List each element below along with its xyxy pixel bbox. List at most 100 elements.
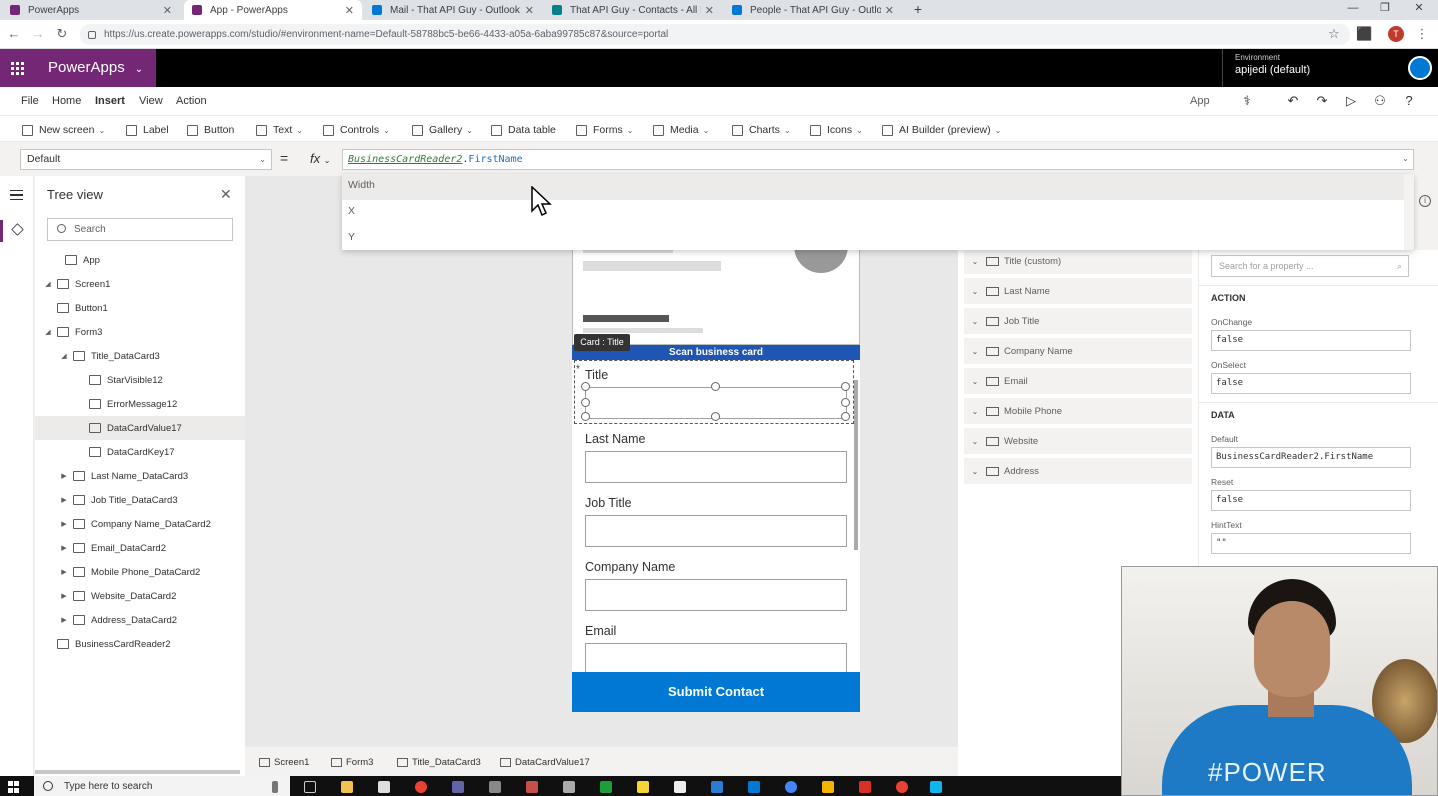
environment-picker[interactable]: Environment apijedi (default) xyxy=(1222,49,1400,87)
breadcrumb-item[interactable]: DataCardValue17 xyxy=(500,757,590,768)
data-field-item[interactable]: ⌄ Mobile Phone xyxy=(964,398,1192,424)
button-button[interactable]: Button xyxy=(187,122,234,138)
taskbar-search-input[interactable]: Type here to search xyxy=(34,776,290,796)
browser-tab[interactable]: PowerApps ✕ xyxy=(2,0,180,20)
user-icon[interactable]: ⚇ xyxy=(1371,92,1389,110)
tree-node[interactable]: ▶ Job Title_DataCard3 xyxy=(35,488,245,512)
controls-button[interactable]: Controls ⌄ xyxy=(323,122,390,138)
url-input[interactable]: https://us.create.powerapps.com/studio/#… xyxy=(80,24,1350,45)
app-icon[interactable] xyxy=(563,781,575,793)
tree-node[interactable]: DataCardValue17 xyxy=(35,416,245,440)
chevron-down-icon[interactable]: ⌄ xyxy=(964,347,986,356)
app-icon[interactable] xyxy=(378,781,390,793)
browser-tab[interactable]: Mail - That API Guy - Outlook ✕ xyxy=(364,0,542,20)
default-input[interactable]: BusinessCardReader2.FirstName xyxy=(1211,447,1411,468)
tree-horizontal-scrollbar[interactable] xyxy=(35,770,240,774)
expand-caret-icon[interactable]: ▶ xyxy=(59,496,69,504)
ai-builder-button[interactable]: AI Builder (preview) ⌄ xyxy=(882,122,1001,138)
info-icon[interactable]: i xyxy=(1419,195,1431,207)
tree-node[interactable]: StarVisible12 xyxy=(35,368,245,392)
tree-node[interactable]: ▶ Company Name_DataCard2 xyxy=(35,512,245,536)
close-icon[interactable]: ✕ xyxy=(885,4,894,17)
submit-contact-button[interactable]: Submit Contact xyxy=(572,672,860,712)
forward-arrow-icon[interactable]: → xyxy=(30,26,46,42)
company-name-input[interactable] xyxy=(585,579,847,611)
menu-insert[interactable]: Insert xyxy=(95,95,125,107)
close-icon[interactable]: ✕ xyxy=(220,186,232,203)
tree-node[interactable]: ◢ Screen1 xyxy=(35,272,245,296)
resize-handle[interactable] xyxy=(841,398,850,407)
close-icon[interactable]: ✕ xyxy=(345,4,354,17)
suggestion-item[interactable]: Y xyxy=(342,226,1414,252)
breadcrumb-item[interactable]: Form3 xyxy=(331,757,373,768)
todo-icon[interactable] xyxy=(711,781,723,793)
bookmark-star-icon[interactable]: ☆ xyxy=(1326,26,1342,42)
suggestion-item[interactable]: X xyxy=(342,200,1414,226)
expand-caret-icon[interactable]: ◢ xyxy=(43,328,53,336)
forms-button[interactable]: Forms ⌄ xyxy=(576,122,633,138)
app-icon[interactable] xyxy=(526,781,538,793)
reload-icon[interactable]: ↻ xyxy=(54,26,70,42)
data-field-item[interactable]: ⌄ Website xyxy=(964,428,1192,454)
menu-home[interactable]: Home xyxy=(52,95,81,107)
tree-node[interactable]: ErrorMessage12 xyxy=(35,392,245,416)
tree-node[interactable]: ▶ Mobile Phone_DataCard2 xyxy=(35,560,245,584)
close-icon[interactable]: ✕ xyxy=(163,4,172,17)
resize-handle[interactable] xyxy=(711,412,720,421)
icons-button[interactable]: Icons ⌄ xyxy=(810,122,863,138)
expand-caret-icon[interactable]: ◢ xyxy=(43,280,53,288)
brand-title[interactable]: PowerApps ⌄ xyxy=(34,49,156,87)
data-field-item[interactable]: ⌄ Job Title xyxy=(964,308,1192,334)
gallery-button[interactable]: Gallery ⌄ xyxy=(412,122,473,138)
help-icon[interactable]: ? xyxy=(1400,92,1418,110)
undo-icon[interactable]: ↶ xyxy=(1284,92,1302,110)
tree-node[interactable]: BusinessCardReader2 xyxy=(35,632,245,656)
app-icon[interactable] xyxy=(930,781,942,793)
sticky-notes-icon[interactable] xyxy=(637,781,649,793)
job-title-input[interactable] xyxy=(585,515,847,547)
tree-node[interactable]: ◢ Title_DataCard3 xyxy=(35,344,245,368)
resize-handle[interactable] xyxy=(581,398,590,407)
resize-handle[interactable] xyxy=(841,412,850,421)
hinttext-input[interactable]: "" xyxy=(1211,533,1411,554)
form-scrollbar[interactable] xyxy=(853,366,859,666)
expand-caret-icon[interactable]: ▶ xyxy=(59,544,69,552)
windows-start-icon[interactable] xyxy=(8,781,20,793)
profile-avatar[interactable]: T xyxy=(1388,26,1404,42)
maximize-icon[interactable]: ❐ xyxy=(1370,0,1400,20)
microphone-icon[interactable] xyxy=(272,781,278,793)
tree-node[interactable]: ▶ Email_DataCard2 xyxy=(35,536,245,560)
tree-node[interactable]: DataCardKey17 xyxy=(35,440,245,464)
app-icon[interactable] xyxy=(822,781,834,793)
chevron-down-icon[interactable]: ⌄ xyxy=(964,407,986,416)
reset-input[interactable]: false xyxy=(1211,490,1411,511)
more-vertical-icon[interactable]: ⋮ xyxy=(1414,26,1430,42)
resize-handle[interactable] xyxy=(581,382,590,391)
back-arrow-icon[interactable]: ← xyxy=(6,26,22,42)
fx-button[interactable]: fx ⌄ xyxy=(302,149,338,170)
text-button[interactable]: Text ⌄ xyxy=(256,122,303,138)
tree-node[interactable]: ▶ Website_DataCard2 xyxy=(35,584,245,608)
property-dropdown[interactable]: Default ⌄ xyxy=(20,149,272,170)
globe-icon[interactable] xyxy=(1408,56,1432,80)
file-explorer-icon[interactable] xyxy=(341,781,353,793)
chevron-down-icon[interactable]: ⌄ xyxy=(964,437,986,446)
resize-handle[interactable] xyxy=(581,412,590,421)
close-icon[interactable]: ✕ xyxy=(525,4,534,17)
last-name-input[interactable] xyxy=(585,451,847,483)
label-button[interactable]: Label xyxy=(126,122,169,138)
close-icon[interactable]: ✕ xyxy=(705,4,714,17)
suggestion-scrollbar[interactable] xyxy=(1404,174,1414,250)
stethoscope-icon[interactable]: ⚕ xyxy=(1238,92,1256,110)
redo-icon[interactable]: ↷ xyxy=(1313,92,1331,110)
app-icon[interactable] xyxy=(489,781,501,793)
hamburger-menu-icon[interactable] xyxy=(10,190,23,200)
tree-search-input[interactable]: Search xyxy=(47,218,233,241)
chrome-icon[interactable] xyxy=(415,781,427,793)
tree-node[interactable]: Button1 xyxy=(35,296,245,320)
expand-caret-icon[interactable]: ▶ xyxy=(59,616,69,624)
breadcrumb-item[interactable]: Screen1 xyxy=(259,757,309,768)
tree-view-layers-icon[interactable] xyxy=(0,220,34,242)
resize-handle[interactable] xyxy=(841,382,850,391)
data-field-item[interactable]: ⌄ Company Name xyxy=(964,338,1192,364)
